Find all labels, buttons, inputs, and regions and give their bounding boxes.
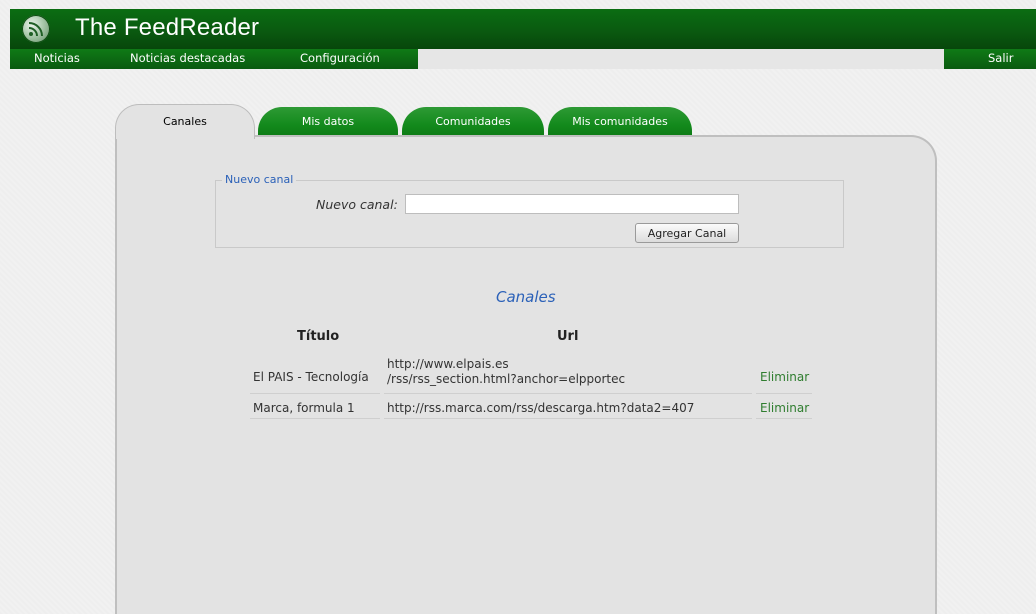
tab-comunidades[interactable]: Comunidades	[402, 107, 544, 137]
app-header: The FeedReader Noticias Noticias destaca…	[10, 9, 1036, 69]
tab-canales[interactable]: Canales	[115, 104, 255, 139]
nav-right-section: Salir	[944, 49, 1036, 69]
new-channel-input[interactable]	[405, 194, 739, 214]
tab-mis-datos[interactable]: Mis datos	[258, 107, 398, 137]
row-divider	[250, 418, 380, 419]
nav-item-noticias-destacadas[interactable]: Noticias destacadas	[130, 51, 245, 65]
app-title: The FeedReader	[75, 14, 260, 41]
title-bar: The FeedReader	[10, 9, 1036, 49]
delete-channel-link[interactable]: Eliminar	[760, 370, 809, 384]
nav-bar: Noticias Noticias destacadas Configuraci…	[10, 49, 1036, 69]
new-channel-fieldset	[215, 180, 844, 248]
channel-title-cell: El PAIS - Tecnología	[253, 370, 369, 384]
row-divider	[756, 393, 812, 394]
new-channel-label: Nuevo canal:	[316, 197, 398, 212]
nav-left-section: Noticias Noticias destacadas Configuraci…	[10, 49, 418, 69]
fieldset-legend: Nuevo canal	[222, 173, 297, 186]
delete-channel-link[interactable]: Eliminar	[760, 401, 809, 415]
tab-mis-comunidades[interactable]: Mis comunidades	[548, 107, 692, 137]
rss-icon	[22, 15, 50, 43]
nav-item-noticias[interactable]: Noticias	[34, 51, 80, 65]
column-header-url: Url	[557, 329, 579, 344]
channel-url-cell: http://rss.marca.com/rss/descarga.htm?da…	[387, 401, 695, 415]
row-divider	[250, 393, 380, 394]
logout-link[interactable]: Salir	[988, 51, 1013, 65]
row-divider	[756, 418, 812, 419]
channel-title-cell: Marca, formula 1	[253, 401, 355, 415]
nav-item-configuracion[interactable]: Configuración	[300, 51, 380, 65]
channel-url-cell: http://www.elpais.es	[387, 357, 509, 371]
column-header-title: Título	[297, 329, 340, 344]
add-channel-button[interactable]: Agregar Canal	[635, 223, 739, 243]
row-divider	[384, 418, 752, 419]
row-divider	[384, 393, 752, 394]
channels-title: Canales	[496, 288, 556, 306]
channel-url-cell-continued: /rss/rss_section.html?anchor=elpportec	[387, 372, 626, 386]
